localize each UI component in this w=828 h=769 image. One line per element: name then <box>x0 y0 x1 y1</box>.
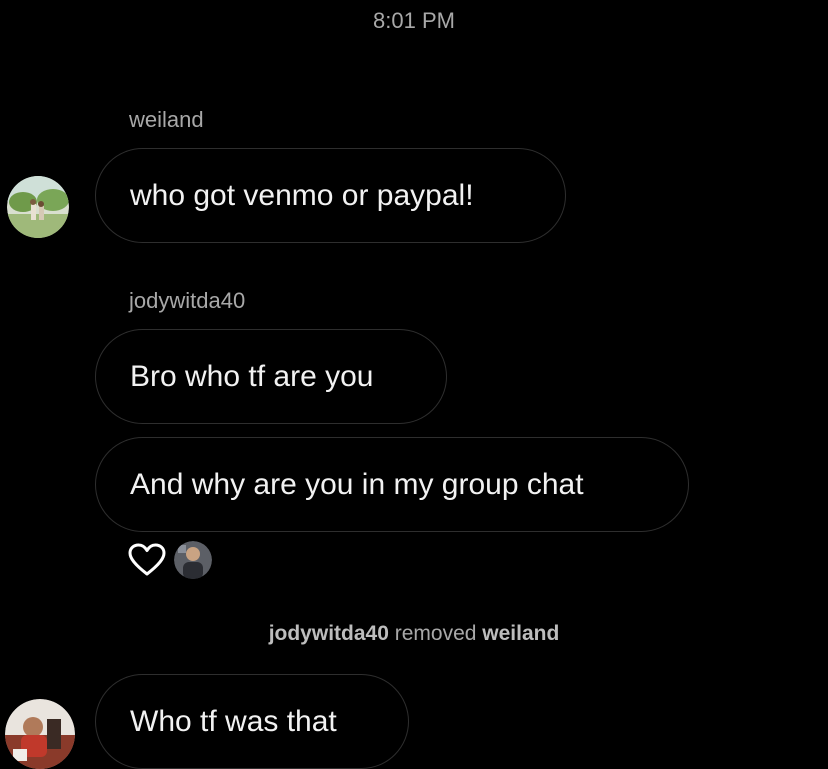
system-actor[interactable]: jodywitda40 <box>269 622 389 645</box>
message-bubble[interactable]: who got venmo or paypal! <box>95 148 566 243</box>
message-text: Bro who tf are you <box>130 359 374 393</box>
message-text: And why are you in my group chat <box>130 467 584 501</box>
message-bubble[interactable]: Bro who tf are you <box>95 329 447 424</box>
reactor-avatar[interactable] <box>174 541 212 579</box>
avatar-image <box>5 699 75 769</box>
avatar-weiland[interactable] <box>7 176 69 238</box>
message-text: who got venmo or paypal! <box>130 178 474 212</box>
message-bubble[interactable]: Who tf was that <box>95 674 409 769</box>
avatar-image <box>174 541 212 579</box>
heart-outline-icon[interactable] <box>128 543 166 577</box>
system-action: removed <box>394 622 477 645</box>
message-bubble[interactable]: And why are you in my group chat <box>95 437 689 532</box>
timestamp: 8:01 PM <box>373 8 455 33</box>
system-message: jodywitda40 removed weiland <box>0 622 828 646</box>
avatar-image <box>7 176 69 238</box>
system-target[interactable]: weiland <box>482 622 559 645</box>
sender-name: weiland <box>129 107 204 132</box>
message-text: Who tf was that <box>130 704 337 738</box>
avatar-sender[interactable] <box>5 699 75 769</box>
sender-name: jodywitda40 <box>129 288 246 313</box>
